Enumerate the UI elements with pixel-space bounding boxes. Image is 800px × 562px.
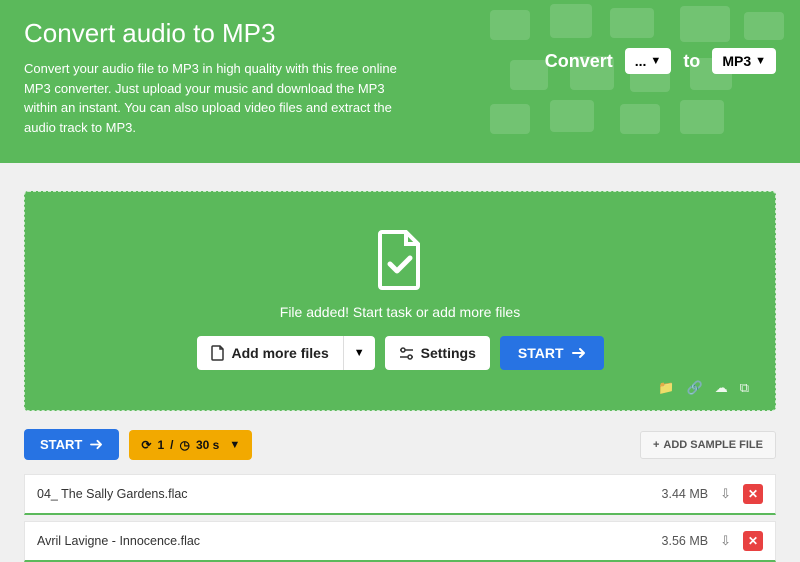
file-name: Avril Lavigne - Innocence.flac — [37, 534, 662, 548]
from-format-select[interactable]: ... ▼ — [625, 48, 672, 74]
start-label: START — [518, 345, 564, 361]
remove-file-button[interactable]: ✕ — [743, 484, 763, 504]
upload-dropzone[interactable]: File added! Start task or add more files… — [24, 191, 776, 411]
add-more-files-button[interactable]: Add more files — [197, 336, 343, 370]
add-sample-label: ADD SAMPLE FILE — [663, 439, 763, 451]
add-more-files-dropdown[interactable]: ▼ — [343, 336, 375, 370]
start-label: START — [40, 437, 82, 452]
repeat-icon: ⟳ — [141, 438, 151, 452]
hero: Convert audio to MP3 Convert your audio … — [0, 0, 800, 163]
convert-label: Convert — [545, 51, 613, 72]
repeat-count: 1 — [157, 438, 164, 452]
file-row: Avril Lavigne - Innocence.flac 3.56 MB ⇩… — [24, 521, 776, 562]
to-format-value: MP3 — [722, 53, 751, 69]
arrow-right-icon — [90, 439, 103, 450]
file-name: 04_ The Sally Gardens.flac — [37, 487, 662, 501]
cloud-icon[interactable]: ☁ — [715, 380, 728, 396]
settings-button[interactable]: Settings — [385, 336, 490, 370]
file-size: 3.44 MB — [662, 487, 709, 501]
chevron-down-icon: ▼ — [650, 55, 661, 67]
source-icons-row: 📁 🔗 ☁ ⧉ — [45, 380, 755, 400]
chevron-down-icon: ▼ — [354, 347, 365, 359]
file-size: 3.56 MB — [662, 534, 709, 548]
to-label: to — [683, 51, 700, 72]
file-list: 04_ The Sally Gardens.flac 3.44 MB ⇩ ✕ A… — [24, 474, 776, 562]
dropbox-icon[interactable]: ⧉ — [740, 380, 749, 396]
file-row: 04_ The Sally Gardens.flac 3.44 MB ⇩ ✕ — [24, 474, 776, 515]
file-plus-icon — [211, 345, 225, 361]
page-description: Convert your audio file to MP3 in high q… — [24, 59, 404, 137]
separator: / — [170, 438, 173, 452]
start-button-secondary[interactable]: START — [24, 429, 119, 460]
folder-icon[interactable]: 📁 — [658, 380, 674, 396]
clock-icon: ◷ — [179, 438, 189, 452]
dropzone-message: File added! Start task or add more files — [45, 304, 755, 320]
action-row: START ⟳ 1 / ◷ 30 s ▼ + ADD SAMPLE FILE — [24, 429, 776, 460]
chevron-down-icon: ▼ — [229, 439, 240, 451]
plus-icon: + — [653, 439, 659, 451]
format-selector-bar: Convert ... ▼ to MP3 ▼ — [545, 48, 776, 74]
repeat-settings-button[interactable]: ⟳ 1 / ◷ 30 s ▼ — [129, 430, 252, 460]
settings-label: Settings — [421, 345, 476, 361]
add-sample-file-button[interactable]: + ADD SAMPLE FILE — [640, 431, 776, 459]
remove-file-button[interactable]: ✕ — [743, 531, 763, 551]
add-more-files-label: Add more files — [232, 345, 329, 361]
repeat-time: 30 s — [196, 438, 219, 452]
link-icon[interactable]: 🔗 — [687, 380, 703, 396]
start-button[interactable]: START — [500, 336, 604, 370]
page-title: Convert audio to MP3 — [24, 18, 515, 49]
to-format-select[interactable]: MP3 ▼ — [712, 48, 776, 74]
arrow-right-icon — [572, 347, 586, 359]
file-check-icon — [376, 230, 424, 290]
download-icon[interactable]: ⇩ — [720, 533, 731, 549]
from-format-value: ... — [635, 53, 647, 69]
download-icon[interactable]: ⇩ — [720, 486, 731, 502]
sliders-icon — [399, 346, 414, 361]
chevron-down-icon: ▼ — [755, 55, 766, 67]
